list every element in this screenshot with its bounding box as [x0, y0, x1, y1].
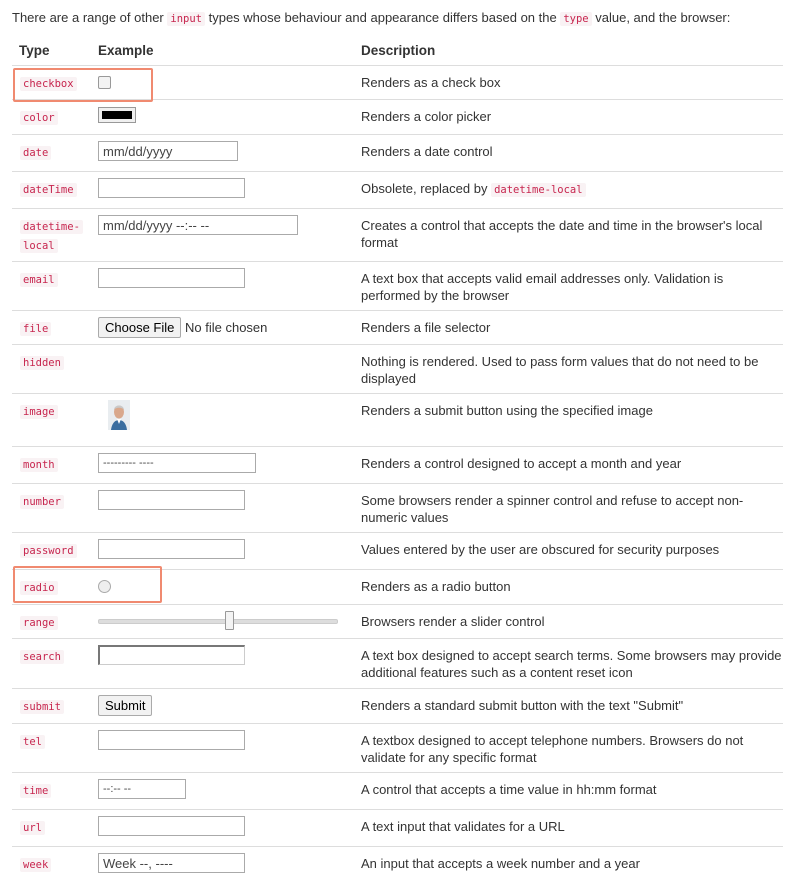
description: A control that accepts a time value in h…	[361, 772, 783, 810]
type-code: email	[20, 273, 58, 287]
table-row: date mm/dd/yyyy Renders a date control	[12, 134, 783, 172]
file-status: No file chosen	[185, 320, 268, 335]
type-code: time	[20, 784, 52, 798]
table-row: color Renders a color picker	[12, 99, 783, 135]
description: Renders a file selector	[361, 310, 783, 345]
datetime-local-input[interactable]: mm/dd/yyyy --:-- --	[98, 215, 298, 235]
header-example: Example	[98, 43, 154, 58]
description: Renders a control designed to accept a m…	[361, 446, 783, 484]
range-thumb[interactable]	[225, 611, 234, 630]
description-code: datetime-local	[491, 183, 586, 197]
table-row: month --------- ---- Renders a control d…	[12, 446, 783, 484]
type-code: url	[20, 821, 45, 835]
avatar-image-button[interactable]	[108, 400, 130, 430]
type-code: tel	[20, 735, 45, 749]
datetime-input[interactable]	[98, 178, 245, 198]
week-input[interactable]: Week --, ----	[98, 853, 245, 873]
description: An input that accepts a week number and …	[361, 846, 783, 883]
intro-before: There are a range of other	[12, 10, 168, 25]
checkbox-input[interactable]	[98, 76, 111, 89]
type-code: hidden	[20, 356, 64, 370]
description: A text box that accepts valid email addr…	[361, 261, 783, 311]
search-input[interactable]	[98, 645, 245, 665]
type-code: image	[20, 405, 58, 419]
url-input[interactable]	[98, 816, 245, 836]
table-row: submit Submit Renders a standard submit …	[12, 688, 783, 724]
password-input[interactable]	[98, 539, 245, 559]
type-code: dateTime	[20, 183, 77, 197]
type-code: date	[20, 146, 52, 160]
description: Renders as a check box	[361, 65, 783, 100]
submit-button[interactable]: Submit	[98, 695, 153, 716]
description: Browsers render a slider control	[361, 604, 783, 639]
email-input[interactable]	[98, 268, 245, 288]
table-row: hidden Nothing is rendered. Used to pass…	[12, 344, 783, 394]
color-picker[interactable]	[98, 107, 136, 123]
intro-after: value, and the browser:	[591, 10, 731, 25]
type-code-line1: datetime-	[20, 220, 83, 234]
header-description: Description	[361, 43, 436, 58]
description: Obsolete, replaced by datetime-local	[361, 171, 783, 209]
tel-input[interactable]	[98, 730, 245, 750]
description: Creates a control that accepts the date …	[361, 208, 783, 262]
description: Renders a date control	[361, 134, 783, 172]
table-row: time --:-- -- A control that accepts a t…	[12, 772, 783, 810]
type-code: week	[20, 858, 52, 872]
description: Renders as a radio button	[361, 569, 783, 605]
type-code: radio	[20, 581, 58, 595]
input-types-table: Type Example Description checkbox Render…	[12, 38, 783, 883]
type-code: password	[20, 544, 77, 558]
range-slider[interactable]	[98, 611, 338, 631]
description: A text box designed to accept search ter…	[361, 638, 783, 689]
type-code: number	[20, 495, 64, 509]
description: Some browsers render a spinner control a…	[361, 483, 783, 533]
table-row: search A text box designed to accept sea…	[12, 638, 783, 689]
description-text: Obsolete, replaced by	[361, 181, 492, 196]
description: A textbox designed to accept telephone n…	[361, 723, 783, 773]
type-code: range	[20, 616, 58, 630]
table-row: checkbox Renders as a check box	[12, 65, 783, 100]
description: Renders a standard submit button with th…	[361, 688, 783, 724]
intro-middle: types whose behaviour and appearance dif…	[204, 10, 561, 25]
number-input[interactable]	[98, 490, 245, 510]
table-row: file Choose File No file chosen Renders …	[12, 310, 783, 345]
table-row: number Some browsers render a spinner co…	[12, 483, 783, 533]
description: Nothing is rendered. Used to pass form v…	[361, 344, 783, 394]
date-input[interactable]: mm/dd/yyyy	[98, 141, 238, 161]
table-row: week Week --, ---- An input that accepts…	[12, 846, 783, 883]
description: Renders a color picker	[361, 99, 783, 135]
type-code: color	[20, 111, 58, 125]
type-code: file	[20, 322, 52, 336]
table-row: dateTime Obsolete, replaced by datetime-…	[12, 171, 783, 209]
table-row: tel A textbox designed to accept telepho…	[12, 723, 783, 773]
table-row: password Values entered by the user are …	[12, 532, 783, 570]
description: Values entered by the user are obscured …	[361, 532, 783, 570]
intro-code-input: input	[167, 12, 205, 26]
table-row: radio Renders as a radio button	[12, 569, 783, 605]
table-row: url A text input that validates for a UR…	[12, 809, 783, 847]
header-type: Type	[19, 43, 50, 58]
description: Renders a submit button using the specif…	[361, 393, 783, 447]
table-row: range Browsers render a slider control	[12, 604, 783, 639]
choose-file-button[interactable]: Choose File	[98, 317, 182, 338]
type-code-line2: local	[20, 239, 58, 253]
intro-code-type: type	[560, 12, 592, 26]
radio-input[interactable]	[98, 580, 111, 593]
table-row: image Renders a submit button using the …	[12, 393, 783, 447]
description: A text input that validates for a URL	[361, 809, 783, 847]
intro-text: There are a range of other input types w…	[12, 10, 731, 26]
type-code: month	[20, 458, 58, 472]
table-row: datetime-local mm/dd/yyyy --:-- -- Creat…	[12, 208, 783, 262]
range-track	[98, 619, 338, 624]
type-code: checkbox	[20, 77, 77, 91]
time-input[interactable]: --:-- --	[98, 779, 186, 799]
table-row: email A text box that accepts valid emai…	[12, 261, 783, 311]
type-code: search	[20, 650, 64, 664]
month-input[interactable]: --------- ----	[98, 453, 256, 473]
type-code: submit	[20, 700, 64, 714]
